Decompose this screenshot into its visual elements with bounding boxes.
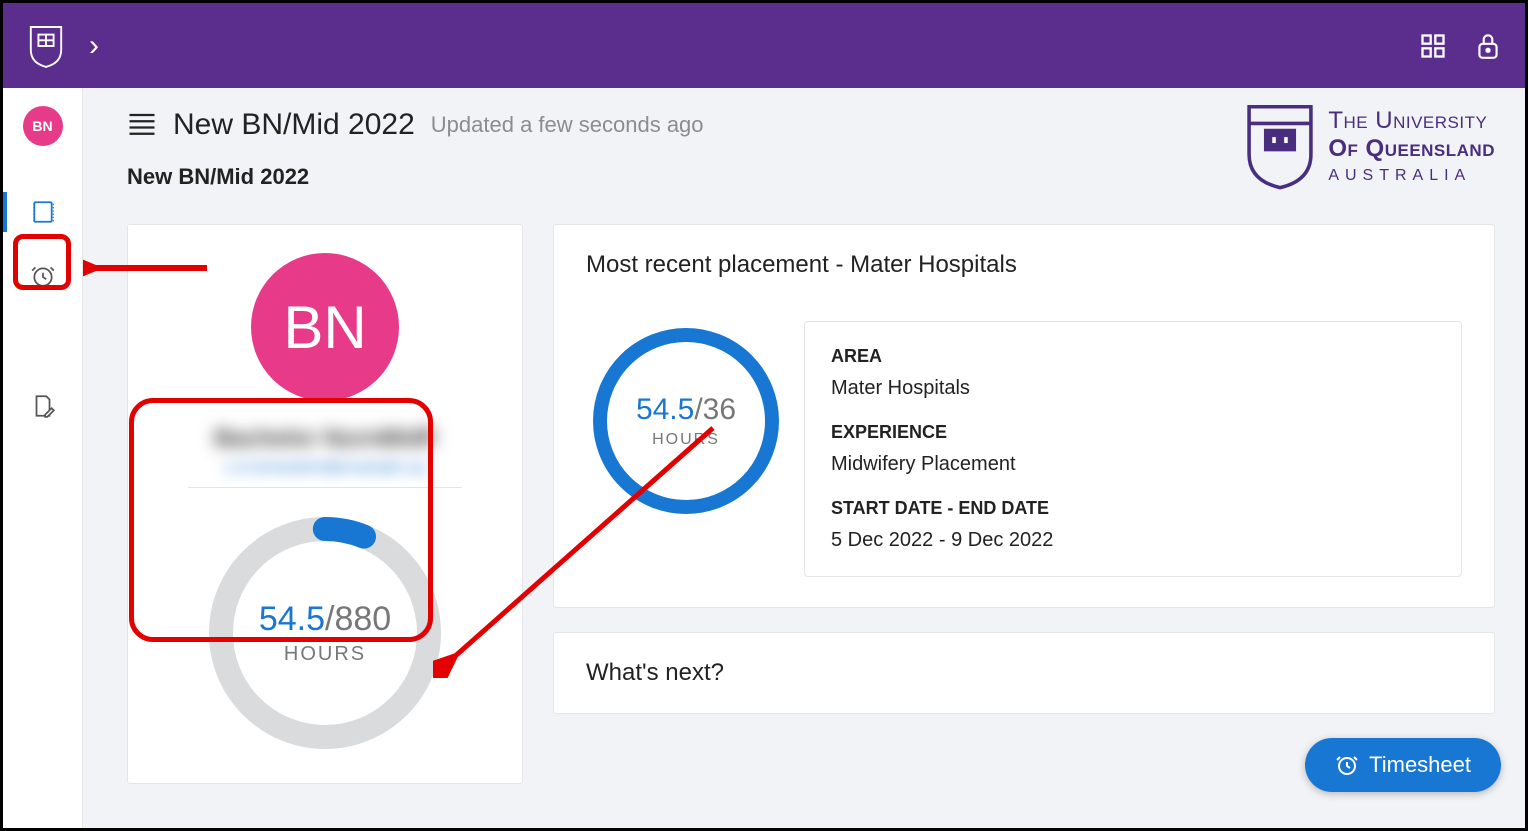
profile-card: BN Bachelor NurnMidfl s.m.bnstudent@exam… (127, 224, 523, 784)
timesheet-fab-label: Timesheet (1369, 752, 1471, 778)
portfolio-icon (30, 199, 56, 225)
alarm-clock-icon (30, 263, 56, 289)
main-content: New BN/Mid 2022 Updated a few seconds ag… (83, 88, 1525, 828)
placement-heading: Most recent placement - Mater Hospitals (586, 251, 1462, 279)
page-subtitle: New BN/Mid 2022 (127, 164, 1244, 190)
profile-name-blurred: Bachelor NurnMidfl (148, 425, 502, 453)
profile-avatar: BN (251, 253, 399, 401)
placement-hours-unit: HOURS (652, 431, 720, 449)
total-hours-value: 54.5/880 (259, 600, 391, 639)
sidebar-item-portfolio[interactable] (3, 182, 82, 242)
breadcrumb-chevron-icon[interactable]: › (89, 29, 99, 63)
uq-text-1: The University (1328, 107, 1495, 135)
area-label: AREA (831, 346, 1435, 367)
lock-icon[interactable] (1475, 31, 1501, 61)
recent-placement-card: Most recent placement - Mater Hospitals … (553, 224, 1495, 608)
sidebar-item-timesheet[interactable] (3, 246, 82, 306)
apps-grid-icon[interactable] (1419, 32, 1447, 60)
page-header: New BN/Mid 2022 Updated a few seconds ag… (127, 108, 1495, 190)
total-hours-ring: 54.5/880 HOURS (200, 508, 450, 758)
placement-hours-ring: 54.5/36 HOURS (586, 321, 786, 521)
page-title: New BN/Mid 2022 (173, 108, 415, 142)
dates-label: START DATE - END DATE (831, 498, 1435, 519)
edit-document-icon (30, 393, 56, 419)
area-value: Mater Hospitals (831, 377, 1435, 400)
timesheet-fab[interactable]: Timesheet (1305, 738, 1501, 792)
uq-shield-icon (1244, 102, 1316, 190)
top-bar: › (0, 0, 1528, 88)
whats-next-heading: What's next? (586, 659, 1462, 687)
updated-text: Updated a few seconds ago (431, 112, 704, 138)
app-shield-icon (27, 23, 65, 69)
dates-value: 5 Dec 2022 - 9 Dec 2022 (831, 529, 1435, 552)
placement-hours-value: 54.5/36 (636, 393, 736, 427)
uq-logo: The University Of Queensland AUSTRALIA (1244, 102, 1495, 190)
uq-text-3: AUSTRALIA (1328, 167, 1495, 185)
total-hours-unit: HOURS (284, 643, 366, 666)
alarm-clock-icon (1335, 753, 1359, 777)
placement-details: AREA Mater Hospitals EXPERIENCE Midwifer… (804, 321, 1462, 577)
sidebar-avatar[interactable]: BN (23, 106, 63, 146)
divider (188, 487, 462, 488)
uq-text-2: Of Queensland (1328, 135, 1495, 163)
list-stack-icon (127, 111, 157, 139)
sidebar-item-forms[interactable] (3, 376, 82, 436)
experience-value: Midwifery Placement (831, 453, 1435, 476)
profile-email-blurred: s.m.bnstudent@example.uq (148, 459, 502, 477)
sidebar: BN (3, 88, 83, 828)
whats-next-card: What's next? (553, 632, 1495, 714)
experience-label: EXPERIENCE (831, 422, 1435, 443)
